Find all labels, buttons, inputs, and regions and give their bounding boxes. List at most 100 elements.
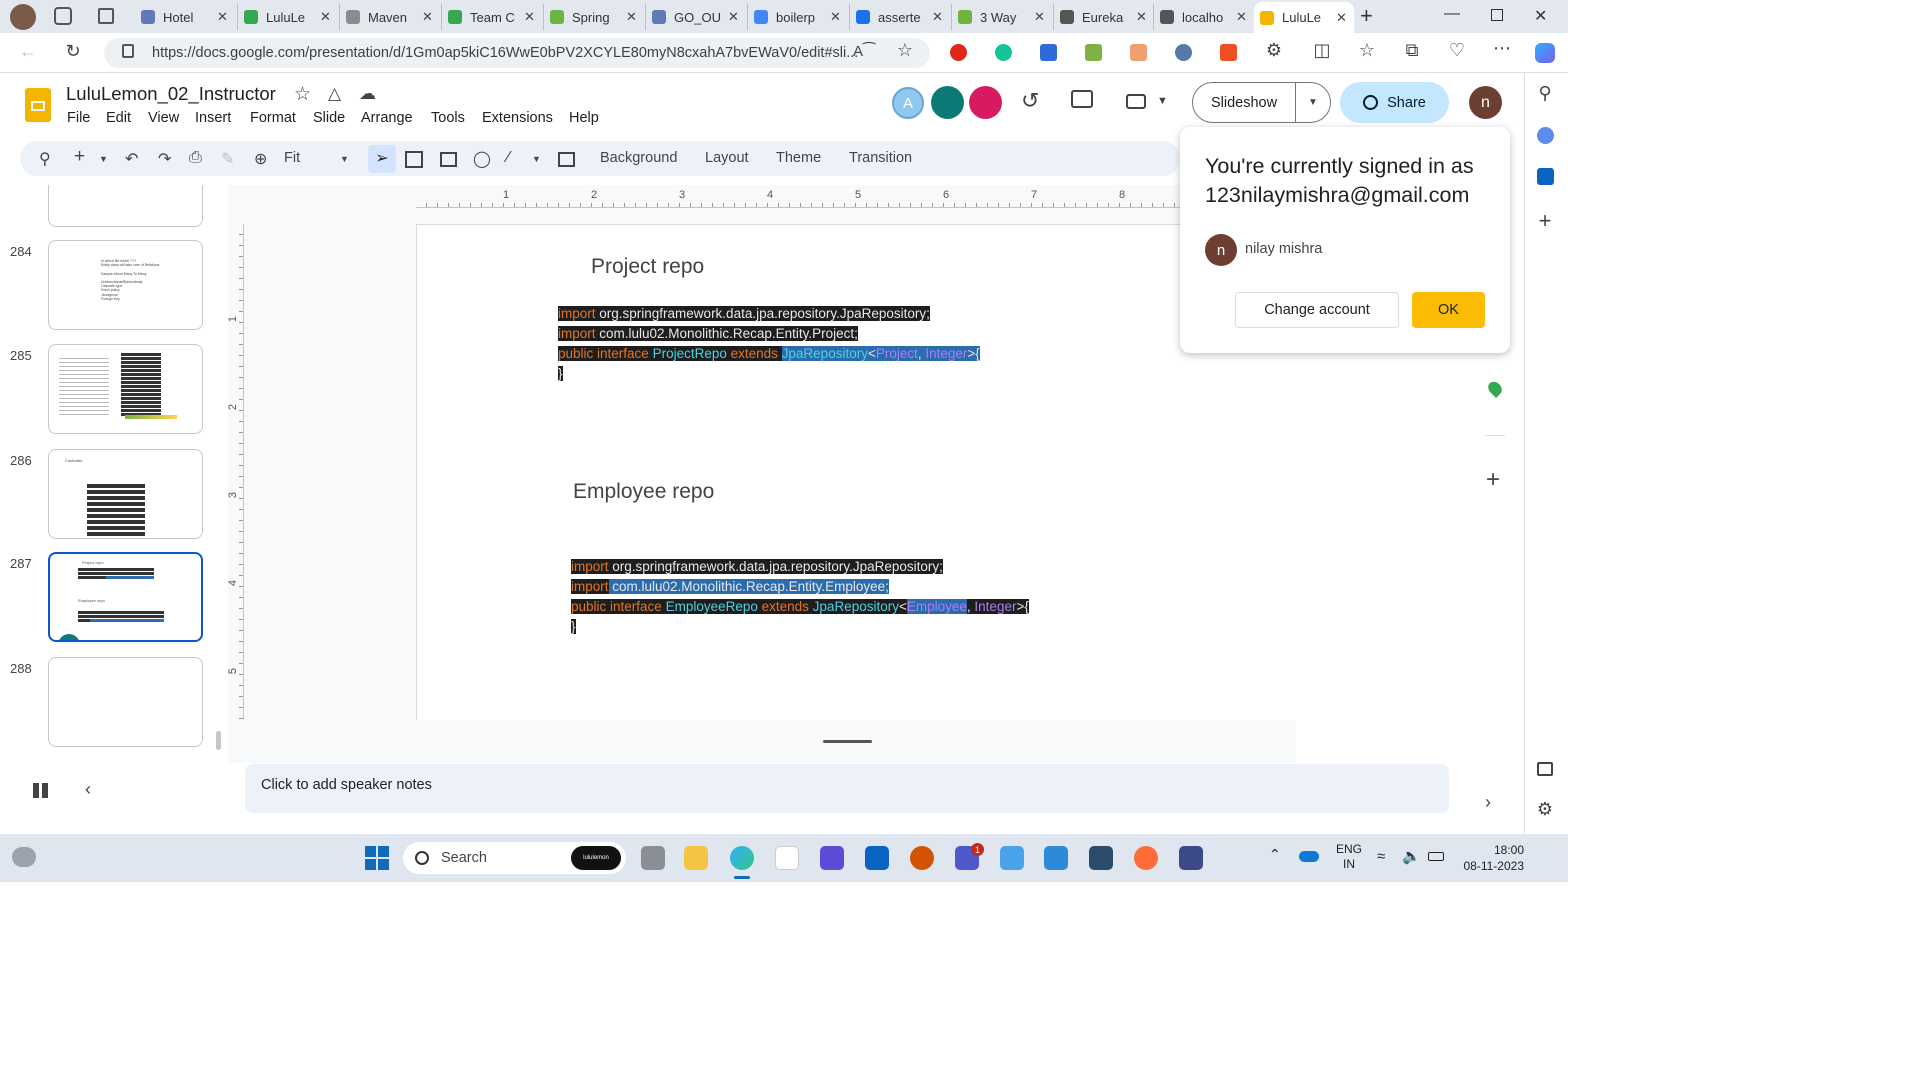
taskbar-search[interactable]: Search lululemon	[403, 842, 626, 874]
tab-close-icon[interactable]: ✕	[1034, 9, 1045, 25]
browser-tab[interactable]: LuluLe ✕	[1254, 2, 1354, 33]
slide-thumb-285[interactable]	[48, 344, 203, 434]
tab-close-icon[interactable]: ✕	[524, 9, 535, 25]
ext-icon-6[interactable]	[1175, 44, 1192, 61]
copilot-icon[interactable]	[1535, 43, 1555, 63]
background-button[interactable]: Background	[600, 150, 677, 166]
sidebar-search-icon[interactable]: ⚲	[1535, 83, 1555, 104]
browser-tab[interactable]: Maven ✕	[339, 4, 440, 30]
favorite-star-icon[interactable]: ☆	[893, 40, 917, 61]
copilot-taskbar-icon[interactable]	[820, 846, 844, 870]
line-icon[interactable]: ∕	[507, 149, 510, 167]
menu-tools[interactable]: Tools	[431, 110, 465, 126]
cloud-status-icon[interactable]: ☁	[359, 84, 376, 104]
tab-close-icon[interactable]: ✕	[728, 9, 739, 25]
paint-format-icon[interactable]: ✎	[221, 149, 234, 169]
get-addons-icon[interactable]: +	[1486, 466, 1500, 494]
postman-icon[interactable]	[1134, 846, 1158, 870]
meet-camera-icon[interactable]	[1126, 94, 1146, 109]
ok-button[interactable]: OK	[1412, 292, 1485, 328]
line-dropdown-icon[interactable]: ▼	[532, 154, 541, 164]
ext-icon-5[interactable]	[1130, 44, 1147, 61]
menu-format[interactable]: Format	[250, 110, 296, 126]
pen-ext-icon[interactable]	[1040, 44, 1057, 61]
sidebar-copilot-icon[interactable]	[1537, 127, 1554, 144]
doc-title[interactable]: LuluLemon_02_Instructor	[66, 83, 276, 105]
code-ext-icon[interactable]	[1085, 44, 1102, 61]
tab-close-icon[interactable]: ✕	[320, 9, 331, 25]
sidebar-add-icon[interactable]: +	[1535, 208, 1555, 234]
terminal-app-icon[interactable]	[1179, 846, 1203, 870]
browser-tab[interactable]: Team C ✕	[441, 4, 542, 30]
undo-icon[interactable]: ↶	[125, 149, 138, 169]
close-window-button[interactable]: ✕	[1534, 6, 1547, 26]
collections-icon[interactable]: ⧉	[1400, 40, 1424, 61]
tab-actions-icon[interactable]	[98, 8, 114, 24]
browser-tab[interactable]: Eureka ✕	[1053, 4, 1154, 30]
transition-button[interactable]: Transition	[849, 150, 912, 166]
tab-close-icon[interactable]: ✕	[932, 9, 943, 25]
wifi-icon[interactable]: ≈	[1377, 848, 1385, 865]
more-menu-icon[interactable]: ⋯	[1490, 38, 1514, 59]
menu-extensions[interactable]: Extensions	[482, 110, 553, 126]
split-screen-icon[interactable]: ◫	[1310, 40, 1334, 61]
reload-icon[interactable]: ↻	[61, 41, 85, 62]
browser-tab[interactable]: 3 Way ✕	[951, 4, 1052, 30]
new-slide-dropdown-icon[interactable]: ▼	[99, 154, 108, 164]
task-view-icon[interactable]	[641, 846, 665, 870]
edge-browser-icon[interactable]	[730, 846, 754, 870]
favorites-icon[interactable]: ☆	[1355, 40, 1379, 61]
tray-chevron-icon[interactable]: ⌃	[1269, 846, 1281, 863]
slide-canvas[interactable]: Project repo import org.springframework.…	[416, 224, 1296, 720]
browser-tab[interactable]: asserte ✕	[849, 4, 950, 30]
star-icon[interactable]: ☆	[294, 83, 311, 106]
photos-app-icon[interactable]	[1044, 846, 1068, 870]
menu-arrange[interactable]: Arrange	[361, 110, 413, 126]
browser-tab[interactable]: localho ✕	[1153, 4, 1254, 30]
speaker-notes[interactable]: Click to add speaker notes	[245, 764, 1449, 813]
browser-tab[interactable]: Spring ✕	[543, 4, 644, 30]
battery-icon[interactable]	[1428, 852, 1444, 861]
back-icon[interactable]: ←	[16, 41, 40, 62]
menu-help[interactable]: Help	[569, 110, 599, 126]
slide-thumb-287[interactable]: Project repo Employee repo	[48, 552, 203, 642]
notepad-icon[interactable]	[1000, 846, 1024, 870]
sidebar-layout-icon[interactable]	[1537, 762, 1553, 776]
sidebar-outlook-icon[interactable]	[1537, 168, 1554, 185]
menu-slide[interactable]: Slide	[313, 110, 345, 126]
theme-button[interactable]: Theme	[776, 150, 821, 166]
comment-add-icon[interactable]	[558, 152, 575, 167]
zoom-select[interactable]: Fit	[284, 150, 300, 166]
collaborator-avatar-3[interactable]	[969, 86, 1002, 119]
code-block-project[interactable]: import org.springframework.data.jpa.repo…	[558, 304, 980, 384]
slide-heading-project[interactable]: Project repo	[591, 255, 704, 279]
slides-logo-icon[interactable]	[25, 88, 51, 122]
shape-icon[interactable]: ◯	[473, 149, 491, 169]
collaborator-avatar-2[interactable]	[931, 86, 964, 119]
outlook-icon[interactable]	[865, 846, 889, 870]
browser-tab[interactable]: GO_OU ✕	[645, 4, 746, 30]
grid-view-icon[interactable]	[33, 783, 48, 798]
slide-thumb-288[interactable]	[48, 657, 203, 747]
tab-close-icon[interactable]: ✕	[626, 9, 637, 25]
language-indicator[interactable]: ENG IN	[1336, 842, 1362, 872]
zoom-dropdown-icon[interactable]: ▼	[340, 154, 349, 164]
slide-filmstrip[interactable]: 284 In which file which ??? Entity class …	[0, 185, 228, 750]
tab-close-icon[interactable]: ✕	[1236, 9, 1247, 25]
change-account-button[interactable]: Change account	[1235, 292, 1399, 328]
comments-icon[interactable]	[1071, 90, 1093, 108]
code-block-employee[interactable]: import org.springframework.data.jpa.repo…	[571, 557, 1029, 637]
clock[interactable]: 18:00 08-11-2023	[1456, 842, 1525, 874]
minimize-button[interactable]: —	[1444, 5, 1460, 23]
image-icon[interactable]	[440, 152, 457, 167]
hide-side-panel-icon[interactable]: ›	[1485, 792, 1491, 813]
collaborator-avatar-a[interactable]: A	[892, 87, 924, 119]
menu-view[interactable]: View	[148, 110, 179, 126]
select-tool-icon[interactable]: ➢	[368, 145, 396, 173]
start-button[interactable]	[365, 846, 389, 870]
browser-tab[interactable]: LuluLe ✕	[237, 4, 338, 30]
slide-heading-employee[interactable]: Employee repo	[573, 480, 714, 504]
collapse-filmstrip-icon[interactable]: ‹	[85, 779, 91, 800]
menu-file[interactable]: File	[67, 110, 90, 126]
redo-icon[interactable]: ↷	[158, 149, 171, 169]
